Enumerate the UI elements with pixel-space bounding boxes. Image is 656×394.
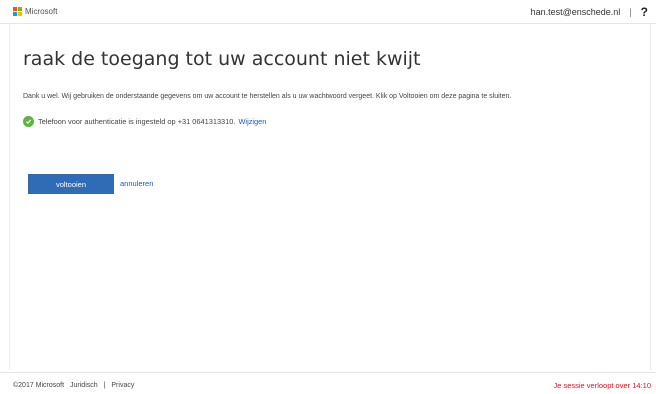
change-link[interactable]: Wijzigen (238, 117, 266, 126)
user-email[interactable]: han.test@enschede.nl (531, 7, 621, 17)
footer-links: ©2017 Microsoft Juridisch | Privacy (13, 382, 138, 389)
top-bar: Microsoft han.test@enschede.nl | ? (0, 0, 656, 24)
page-title: raak de toegang tot uw account niet kwij… (23, 48, 421, 70)
session-timer: Je sessie verloopt over 14:10 (553, 381, 651, 390)
microsoft-logo-icon (13, 7, 22, 16)
check-circle-icon (23, 116, 34, 127)
cancel-link[interactable]: annuleren (120, 179, 153, 188)
status-row: Telefoon voor authenticatie is ingesteld… (23, 116, 266, 127)
privacy-link[interactable]: Privacy (111, 382, 134, 389)
logo-text: Microsoft (25, 7, 58, 16)
content-panel (9, 24, 651, 370)
microsoft-logo: Microsoft (13, 7, 57, 16)
description-text: Dank u wel. Wij gebruiken de onderstaand… (23, 93, 512, 100)
footer-separator: | (103, 382, 106, 389)
finish-button[interactable]: voltooien (28, 174, 114, 194)
status-text: Telefoon voor authenticatie is ingesteld… (38, 117, 236, 126)
header-separator: | (629, 7, 632, 17)
account-area: han.test@enschede.nl | ? (531, 0, 648, 24)
help-icon[interactable]: ? (641, 5, 648, 19)
footer: ©2017 Microsoft Juridisch | Privacy Je s… (0, 372, 656, 394)
legal-link[interactable]: Juridisch (70, 382, 98, 389)
copyright-text: ©2017 Microsoft (13, 382, 65, 389)
